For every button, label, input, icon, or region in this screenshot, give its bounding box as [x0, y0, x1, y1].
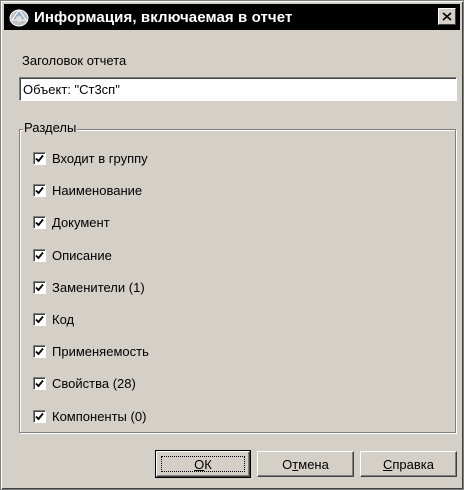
section-checkbox[interactable] [33, 344, 46, 358]
section-checkbox-row[interactable]: Свойства (28) [33, 374, 136, 392]
checkmark-icon [35, 154, 44, 162]
section-checkbox-row[interactable]: Наименование [33, 181, 142, 199]
window-app-icon [9, 9, 29, 27]
dialog-window: Информация, включаемая в отчет Заголовок… [0, 0, 464, 490]
section-checkbox[interactable] [33, 215, 46, 229]
report-header-label: Заголовок отчета [22, 53, 127, 68]
section-checkbox[interactable] [33, 409, 46, 423]
ok-button[interactable]: ОК [155, 450, 251, 478]
section-checkbox-row[interactable]: Входит в группу [33, 149, 148, 167]
checkmark-icon [35, 315, 44, 323]
section-checkbox[interactable] [33, 183, 46, 197]
report-header-input[interactable] [19, 77, 457, 101]
checkmark-icon [35, 379, 44, 387]
section-checkbox-label: Заменители (1) [52, 279, 145, 295]
section-checkbox-label: Применяемость [52, 343, 149, 359]
checkmark-icon [35, 218, 44, 226]
window-title: Информация, включаемая в отчет [34, 8, 293, 26]
section-checkbox[interactable] [33, 376, 46, 390]
sections-group-label: Разделы [23, 120, 78, 135]
checkmark-icon [35, 347, 44, 355]
section-checkbox-label: Код [52, 311, 75, 327]
section-checkbox[interactable] [33, 151, 46, 165]
checkmark-icon [35, 186, 44, 194]
cancel-button[interactable]: От мена [257, 451, 354, 477]
section-checkbox-label: Входит в группу [52, 150, 148, 166]
section-checkbox-row[interactable]: Компоненты (0) [33, 407, 146, 425]
section-checkbox-row[interactable]: Описание [33, 246, 112, 264]
checkmark-icon [35, 251, 44, 259]
title-bar[interactable]: Информация, включаемая в отчет [4, 4, 460, 30]
section-checkbox[interactable] [33, 280, 46, 294]
section-checkbox-label: Наименование [52, 182, 143, 198]
section-checkbox[interactable] [33, 312, 46, 326]
section-checkbox-row[interactable]: Заменители (1) [33, 278, 145, 296]
section-checkbox-label: Свойства (28) [52, 375, 136, 391]
section-checkbox-label: Описание [52, 247, 112, 263]
section-checkbox-row[interactable]: Документ [33, 213, 110, 231]
close-icon [442, 12, 452, 21]
section-checkbox-row[interactable]: Код [33, 310, 74, 328]
help-button[interactable]: Справка [360, 451, 457, 477]
checkmark-icon [35, 283, 44, 291]
section-checkbox-row[interactable]: Применяемость [33, 342, 149, 360]
checkmark-icon [35, 412, 44, 420]
section-checkbox-label: Компоненты (0) [52, 408, 147, 424]
section-checkbox-label: Документ [52, 214, 110, 230]
section-checkbox[interactable] [33, 248, 46, 262]
close-button[interactable] [438, 8, 456, 25]
